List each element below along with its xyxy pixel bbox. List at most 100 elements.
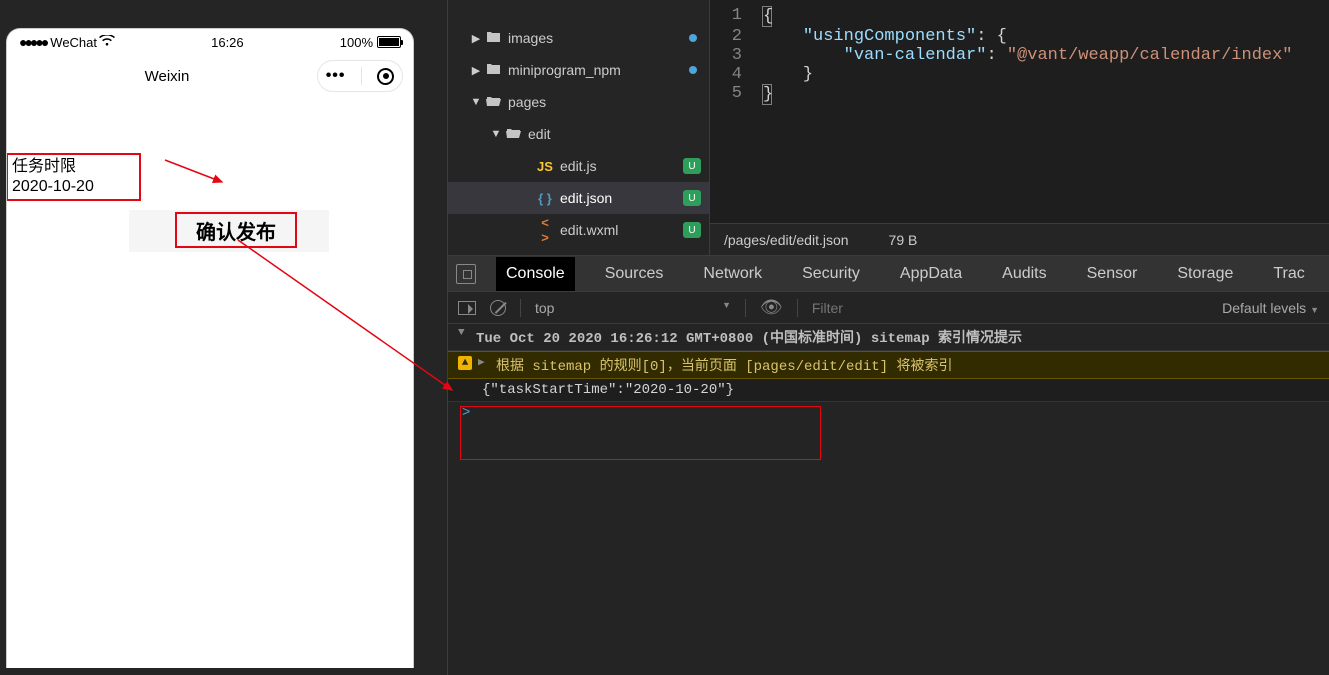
close-miniprogram-icon[interactable] bbox=[377, 68, 394, 85]
caret-down-icon[interactable]: ▼ bbox=[470, 96, 482, 108]
js-file-icon: JS bbox=[536, 159, 554, 174]
devtools-tab-security[interactable]: Security bbox=[792, 257, 870, 291]
git-status-badge: U bbox=[683, 222, 701, 238]
confirm-label: 确认发布 bbox=[196, 216, 276, 245]
wxml-file-icon: < > bbox=[536, 215, 554, 245]
tree-item-label: miniprogram_npm bbox=[508, 62, 621, 78]
page-title: Weixin bbox=[17, 68, 317, 85]
tree-item-edit-wxml[interactable]: < > edit.wxml U bbox=[448, 214, 709, 246]
element-picker-icon[interactable] bbox=[456, 264, 476, 284]
devtools-tabs: Console Sources Network Security AppData Audi… bbox=[448, 256, 1329, 292]
devtools-tab-appdata[interactable]: AppData bbox=[890, 257, 972, 291]
tree-item-edit[interactable]: ▼ edit bbox=[448, 118, 709, 150]
task-date: 2020-10-20 bbox=[12, 177, 135, 197]
devtools-tab-storage[interactable]: Storage bbox=[1167, 257, 1243, 291]
code-text: } bbox=[762, 84, 772, 105]
tree-item-edit-js[interactable]: JS edit.js U bbox=[448, 150, 709, 182]
bracket-highlight: } bbox=[762, 84, 772, 105]
folder-icon bbox=[484, 63, 502, 78]
ide-panel: ▶ images ▶ miniprogram_npm ▼ pages ▼ edit JS edit… bbox=[448, 0, 1329, 675]
devtools-tab-console[interactable]: Console bbox=[496, 257, 575, 291]
tree-item-label: edit bbox=[528, 126, 551, 142]
tree-item-label: edit.json bbox=[560, 190, 612, 206]
line-number: 5 bbox=[710, 84, 762, 105]
code-text: { bbox=[762, 6, 772, 27]
file-path: /pages/edit/edit.json bbox=[724, 232, 849, 248]
tree-item-miniprogram_npm[interactable]: ▶ miniprogram_npm bbox=[448, 54, 709, 86]
tree-item-label: edit.js bbox=[560, 158, 597, 174]
devtools-tab-audits[interactable]: Audits bbox=[992, 257, 1056, 291]
tree-item-label: edit.wxml bbox=[560, 222, 618, 238]
bracket-highlight: { bbox=[762, 6, 772, 27]
code-text: } bbox=[762, 65, 813, 84]
code-line[interactable]: 1{ bbox=[710, 6, 1329, 27]
caret-right-icon[interactable]: ▶ bbox=[470, 32, 482, 45]
chevron-down-icon: ▼ bbox=[722, 300, 731, 316]
tree-item-edit-json[interactable]: { } edit.json U bbox=[448, 182, 709, 214]
code-line[interactable]: 2 "usingComponents": { bbox=[710, 27, 1329, 46]
code-editor[interactable]: 1{2 "usingComponents": {3 "van-calendar"… bbox=[710, 0, 1329, 255]
modified-dot-icon bbox=[689, 66, 697, 74]
tree-item-label: pages bbox=[508, 94, 546, 110]
caret-right-icon[interactable]: ▶ bbox=[478, 355, 490, 369]
tree-item-label: images bbox=[508, 30, 553, 46]
console-filter-input[interactable] bbox=[812, 300, 1208, 316]
caret-right-icon[interactable]: ▶ bbox=[470, 64, 482, 77]
code-line[interactable]: 3 "van-calendar": "@vant/weapp/calendar/… bbox=[710, 46, 1329, 65]
tree-item-images[interactable]: ▶ images bbox=[448, 22, 709, 54]
phone-simulator: ●●●●● WeChat 16:26 100% Weixin ••• 任务时限 … bbox=[6, 28, 414, 668]
battery-icon bbox=[377, 36, 401, 48]
console-warning[interactable]: ▲ ▶ 根据 sitemap 的规则[0]，当前页面 [pages/edit/e… bbox=[448, 351, 1329, 379]
menu-icon[interactable]: ••• bbox=[326, 67, 346, 85]
carrier-label: WeChat bbox=[50, 35, 97, 50]
devtools-tab-network[interactable]: Network bbox=[693, 257, 772, 291]
git-status-badge: U bbox=[683, 158, 701, 174]
code-line[interactable]: 5} bbox=[710, 84, 1329, 105]
devtools-tab-sources[interactable]: Sources bbox=[595, 257, 674, 291]
line-number: 1 bbox=[710, 6, 762, 27]
live-expression-icon[interactable]: 👁 bbox=[760, 297, 783, 318]
file-size: 79 B bbox=[889, 232, 918, 248]
caret-down-icon[interactable]: ▼ bbox=[458, 327, 470, 339]
console-group-header[interactable]: ▼ Tue Oct 20 2020 16:26:12 GMT+0800 (中国标… bbox=[448, 324, 1329, 351]
task-deadline-box: 任务时限 2020-10-20 bbox=[6, 153, 141, 201]
caret-down-icon[interactable]: ▼ bbox=[490, 128, 502, 140]
task-label: 任务时限 bbox=[12, 157, 135, 177]
line-number: 2 bbox=[710, 27, 762, 46]
folder-open-icon bbox=[484, 95, 502, 110]
clear-console-icon[interactable] bbox=[490, 300, 506, 316]
file-explorer[interactable]: ▶ images ▶ miniprogram_npm ▼ pages ▼ edit JS edit… bbox=[448, 0, 710, 255]
devtools-tab-trac[interactable]: Trac bbox=[1263, 257, 1314, 291]
devtools-tab-sensor[interactable]: Sensor bbox=[1077, 257, 1148, 291]
console-prompt[interactable]: > bbox=[448, 402, 1329, 424]
modified-dot-icon bbox=[689, 34, 697, 42]
folder-open-icon bbox=[504, 127, 522, 142]
battery-pct: 100% bbox=[340, 35, 373, 50]
warning-icon: ▲ bbox=[458, 356, 472, 370]
code-text: "usingComponents": { bbox=[762, 27, 1007, 46]
navbar: Weixin ••• bbox=[7, 55, 413, 97]
context-selector[interactable]: top ▼ bbox=[535, 300, 731, 316]
clock: 16:26 bbox=[115, 35, 340, 50]
code-text: "van-calendar": "@vant/weapp/calendar/in… bbox=[762, 46, 1293, 65]
git-status-badge: U bbox=[683, 190, 701, 206]
tree-item-pages[interactable]: ▼ pages bbox=[448, 86, 709, 118]
line-number: 3 bbox=[710, 46, 762, 65]
confirm-publish-button[interactable]: 确认发布 bbox=[175, 212, 297, 248]
json-file-icon: { } bbox=[536, 191, 554, 206]
folder-icon bbox=[484, 31, 502, 46]
step-icon[interactable] bbox=[458, 301, 476, 315]
simulator-panel: ●●●●● WeChat 16:26 100% Weixin ••• 任务时限 … bbox=[0, 0, 448, 675]
devtools: Console Sources Network Security AppData Audi… bbox=[448, 256, 1329, 675]
log-levels-selector[interactable]: Default levels ▼ bbox=[1222, 300, 1319, 316]
wifi-icon bbox=[99, 35, 115, 50]
capsule-separator bbox=[361, 67, 362, 85]
line-number: 4 bbox=[710, 65, 762, 84]
code-line[interactable]: 4 } bbox=[710, 65, 1329, 84]
console-output[interactable]: ▼ Tue Oct 20 2020 16:26:12 GMT+0800 (中国标… bbox=[448, 324, 1329, 675]
capsule: ••• bbox=[317, 60, 403, 92]
signal-icon: ●●●●● bbox=[19, 34, 46, 50]
console-toolbar: top ▼ 👁 Default levels ▼ bbox=[448, 292, 1329, 324]
statusbar: ●●●●● WeChat 16:26 100% bbox=[7, 29, 413, 55]
console-log[interactable]: {"taskStartTime":"2020-10-20"} bbox=[448, 379, 1329, 402]
